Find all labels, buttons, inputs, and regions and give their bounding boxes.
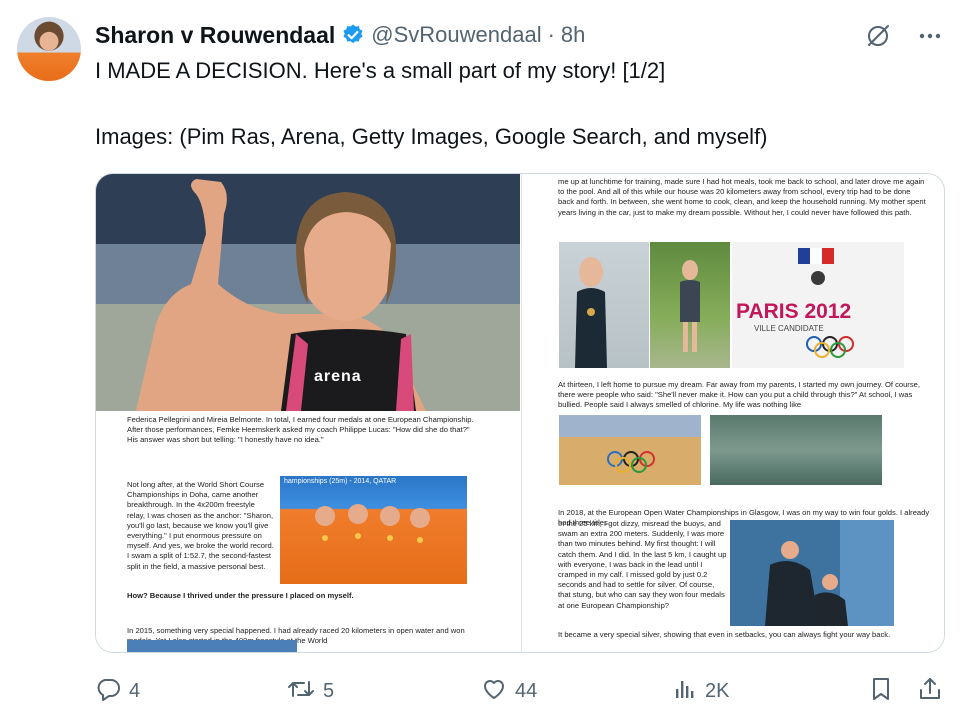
bottom-photo-strip — [127, 640, 297, 652]
reply-button[interactable]: 4 — [95, 674, 140, 708]
doc-bold-sentence: How? Because I thrived under the pressur… — [127, 591, 354, 600]
post-time[interactable]: 8h — [561, 22, 585, 48]
tweet-text-line-1: I MADE A DECISION. Here's a small part o… — [95, 58, 666, 83]
doc-paragraph-2: Not long after, at the World Short Cours… — [127, 480, 275, 572]
paris-2012-photo: PARIS 2012 VILLE CANDIDATE — [732, 242, 904, 368]
paris-logo-text: PARIS 2012 — [736, 300, 852, 323]
like-button[interactable]: 44 — [481, 674, 537, 708]
childhood-photo-2 — [650, 242, 730, 368]
glasgow-photo — [730, 520, 894, 626]
repost-button[interactable]: 5 — [287, 674, 334, 708]
doc-right-paragraph-2: At thirteen, I left home to pursue my dr… — [558, 380, 920, 410]
separator-dot: · — [547, 22, 555, 47]
media-page-right: me up at lunchtime for training, made su… — [521, 174, 944, 652]
arena-logo: arena — [314, 368, 362, 385]
podium-photo: hampionships (25m) - 2014, QATAR — [280, 476, 467, 584]
childhood-photo-1 — [559, 242, 649, 368]
view-count: 2K — [705, 679, 730, 702]
doc-paragraph-2-bold: How? Because I thrived under the pressur… — [127, 591, 482, 601]
olympic-rings-photo — [559, 415, 701, 485]
doc-right-paragraph-4: It became a very special silver, showing… — [558, 630, 891, 639]
share-icon — [917, 676, 943, 707]
reply-count: 4 — [129, 679, 141, 702]
like-count: 44 — [515, 679, 538, 702]
bookmark-button[interactable] — [869, 674, 893, 708]
more-icon[interactable] — [916, 22, 944, 50]
retweet-icon — [287, 676, 315, 707]
avatar[interactable] — [17, 17, 81, 81]
verified-badge-icon[interactable] — [341, 23, 365, 47]
doc-paragraph-1: Federica Pellegrini and Mireia Belmonte.… — [127, 415, 474, 445]
doc-right-paragraph-3b: In the 25 km, I got dizzy, misread the b… — [558, 519, 727, 610]
views-icon — [673, 676, 697, 707]
media-page-left: arena Federica Pellegrini and Mireia Bel… — [96, 174, 520, 652]
tweet-actions: 4 5 44 2K — [95, 674, 945, 708]
user-handle[interactable]: @SvRouwendaal — [371, 22, 541, 48]
open-water-photo — [710, 415, 882, 485]
tweet-text-line-2: Images: (Pim Ras, Arena, Getty Images, G… — [95, 124, 768, 149]
repost-count: 5 — [323, 679, 335, 702]
views-button[interactable]: 2K — [673, 674, 729, 708]
like-icon — [481, 676, 507, 707]
grok-icon[interactable] — [864, 22, 892, 50]
hero-photo: arena — [96, 174, 520, 411]
bookmark-icon — [869, 676, 893, 707]
tweet-header: Sharon v Rouwendaal @SvRouwendaal · 8h — [95, 20, 585, 50]
reply-icon — [95, 676, 121, 707]
share-button[interactable] — [917, 674, 943, 708]
top-right-icons — [864, 22, 944, 50]
doc-paragraph-2-text: Not long after, at the World Short Cours… — [127, 480, 274, 571]
doc-right-paragraph-1: me up at lunchtime for training, made su… — [558, 177, 926, 217]
display-name[interactable]: Sharon v Rouwendaal — [95, 22, 335, 49]
media-attachment[interactable]: arena Federica Pellegrini and Mireia Bel… — [95, 173, 945, 653]
ville-candidate-text: VILLE CANDIDATE — [754, 324, 824, 333]
